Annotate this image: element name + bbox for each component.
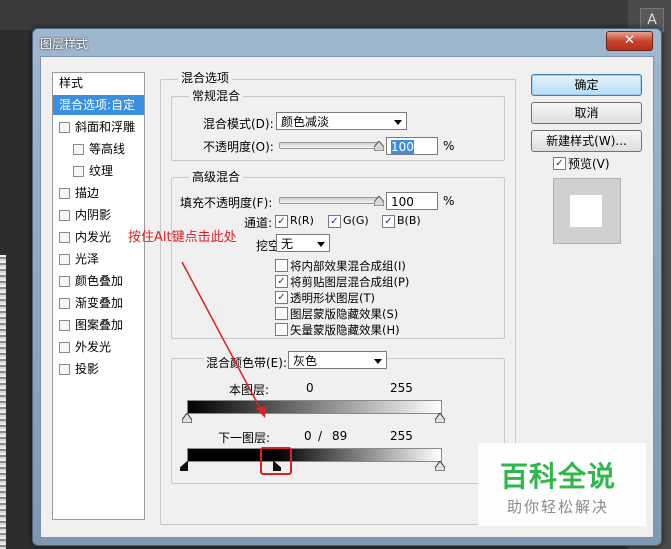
annotation-highlight-box (260, 447, 292, 475)
watermark-title: 百科全说 (500, 460, 617, 493)
watermark-subtitle: 助你轻松解决 (507, 498, 610, 516)
